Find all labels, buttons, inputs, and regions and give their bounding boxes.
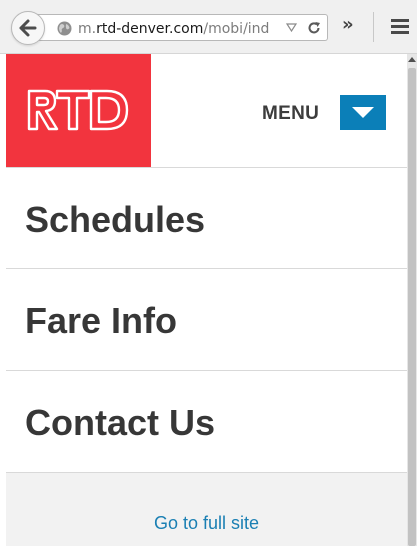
nav-item-contact-us[interactable]: Contact Us [6, 371, 407, 473]
page-viewport: MENU Schedules Fare Info Contact Us Go t… [0, 54, 407, 546]
nav-item-label: Fare Info [25, 300, 178, 341]
full-site-link[interactable]: Go to full site [6, 513, 407, 534]
address-bar[interactable]: m.rtd-denver.com/mobi/ind [36, 14, 328, 41]
url-prefix: m. [78, 21, 97, 37]
url-domain: rtd-denver.com [96, 21, 204, 37]
rtd-logo-mark [27, 89, 129, 131]
browser-toolbar: m.rtd-denver.com/mobi/ind » [0, 0, 417, 54]
back-button[interactable] [11, 11, 45, 45]
vertical-scrollbar[interactable] [407, 54, 417, 546]
hamburger-bar [391, 19, 409, 22]
nav-item-label: Schedules [25, 199, 206, 240]
hamburger-bar [391, 25, 409, 28]
menu-toggle-button[interactable] [340, 95, 386, 130]
hamburger-icon[interactable] [391, 19, 409, 37]
double-chevron-icon[interactable]: » [342, 14, 354, 36]
menu-label[interactable]: MENU [262, 103, 319, 125]
page-footer: Go to full site [6, 473, 407, 546]
nav-item-fare-info[interactable]: Fare Info [6, 269, 407, 371]
toolbar-separator [373, 12, 374, 42]
url-text[interactable]: m.rtd-denver.com/mobi/ind [78, 20, 283, 38]
reload-icon[interactable] [306, 20, 322, 36]
scroll-thumb[interactable] [408, 68, 416, 546]
scroll-up-icon[interactable] [408, 57, 416, 62]
url-path: /mobi/ind [203, 21, 270, 37]
hamburger-bar [391, 31, 409, 34]
nav-item-schedules[interactable]: Schedules [6, 167, 407, 269]
triangle-down-icon[interactable] [286, 23, 297, 32]
nav-item-label: Contact Us [25, 402, 216, 443]
arrow-left-icon [19, 19, 37, 37]
rtd-logo[interactable] [6, 54, 151, 167]
site-header: MENU [6, 54, 407, 167]
caret-down-icon [352, 107, 374, 118]
globe-icon[interactable] [56, 20, 73, 37]
